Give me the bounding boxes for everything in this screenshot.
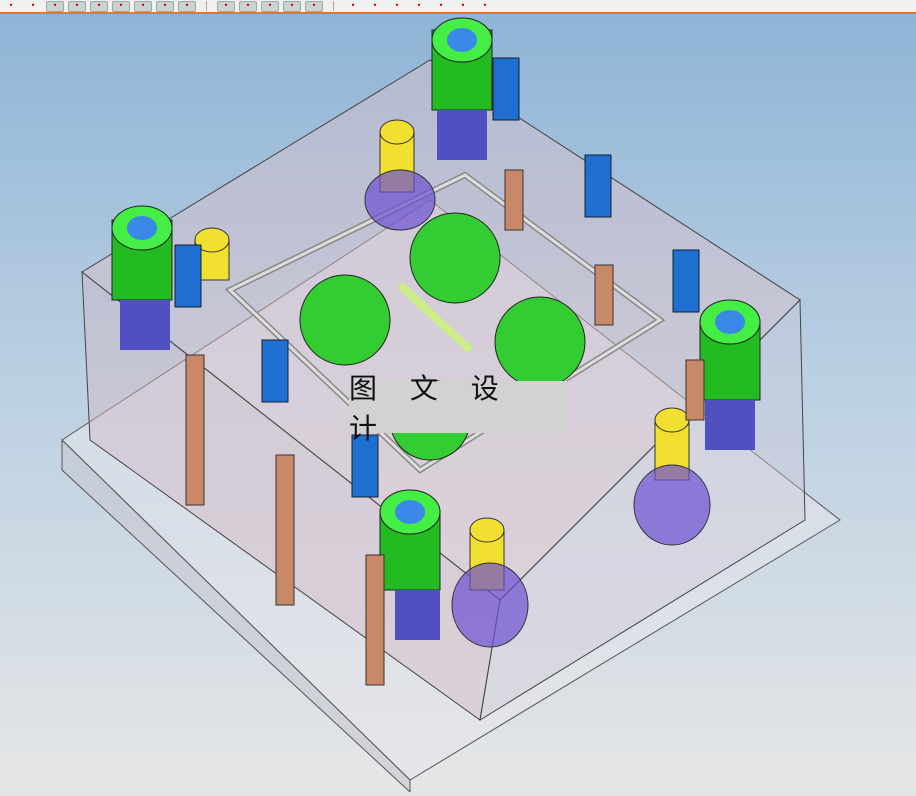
grid-icon: • xyxy=(311,1,317,10)
vertex-snap-button[interactable]: • xyxy=(134,0,152,12)
edit-icon: • xyxy=(372,1,378,10)
snap-points-icon: • xyxy=(52,1,58,10)
grid-button[interactable]: • xyxy=(305,0,323,12)
view-cube-button[interactable]: • xyxy=(2,1,20,12)
shaded-box-icon: • xyxy=(30,1,36,10)
plane-button[interactable]: • xyxy=(283,0,301,12)
arc-tool-icon: • xyxy=(118,1,124,10)
hide-icon: • xyxy=(438,1,444,10)
box-button[interactable]: • xyxy=(454,1,472,12)
plane-icon: • xyxy=(289,1,295,10)
snap-points-button[interactable]: • xyxy=(46,0,64,12)
vertex-snap-icon: • xyxy=(140,1,146,10)
toolbar-separator xyxy=(206,1,207,11)
toolbar-separator xyxy=(333,1,334,11)
report-icon: • xyxy=(416,1,422,10)
report-button[interactable]: • xyxy=(410,1,428,12)
render-icon: • xyxy=(482,1,488,10)
box-icon: • xyxy=(460,1,466,10)
tangent-icon: • xyxy=(223,1,229,10)
toolbar: • • • • • • • • • • • • • • • • • • • • • xyxy=(0,0,916,12)
edit-button[interactable]: • xyxy=(366,1,384,12)
midpoint-button[interactable]: • xyxy=(239,0,257,12)
watermark-label: 图 文 设 计 xyxy=(349,372,567,445)
axis-tool-button[interactable]: • xyxy=(156,0,174,12)
view-cube-icon: • xyxy=(8,1,14,10)
point-tool-icon: • xyxy=(96,1,102,10)
line-tool-icon: • xyxy=(74,1,80,10)
midpoint-icon: • xyxy=(245,1,251,10)
arc-tool-button[interactable]: • xyxy=(112,0,130,12)
hide-button[interactable]: • xyxy=(432,1,450,12)
axis-tool-icon: • xyxy=(162,1,168,10)
circle-center-button[interactable]: • xyxy=(178,0,196,12)
3d-viewport[interactable]: 图 文 设 计 xyxy=(0,14,916,794)
tangent-button[interactable]: • xyxy=(217,0,235,12)
measure-button[interactable]: • xyxy=(344,1,362,12)
endpoint-icon: • xyxy=(267,1,273,10)
undo-button[interactable]: • xyxy=(388,1,406,12)
endpoint-button[interactable]: • xyxy=(261,0,279,12)
point-tool-button[interactable]: • xyxy=(90,0,108,12)
render-button[interactable]: • xyxy=(476,1,494,12)
measure-icon: • xyxy=(350,1,356,10)
undo-icon: • xyxy=(394,1,400,10)
shaded-box-button[interactable]: • xyxy=(24,1,42,12)
line-tool-button[interactable]: • xyxy=(68,0,86,12)
circle-center-icon: • xyxy=(184,1,190,10)
